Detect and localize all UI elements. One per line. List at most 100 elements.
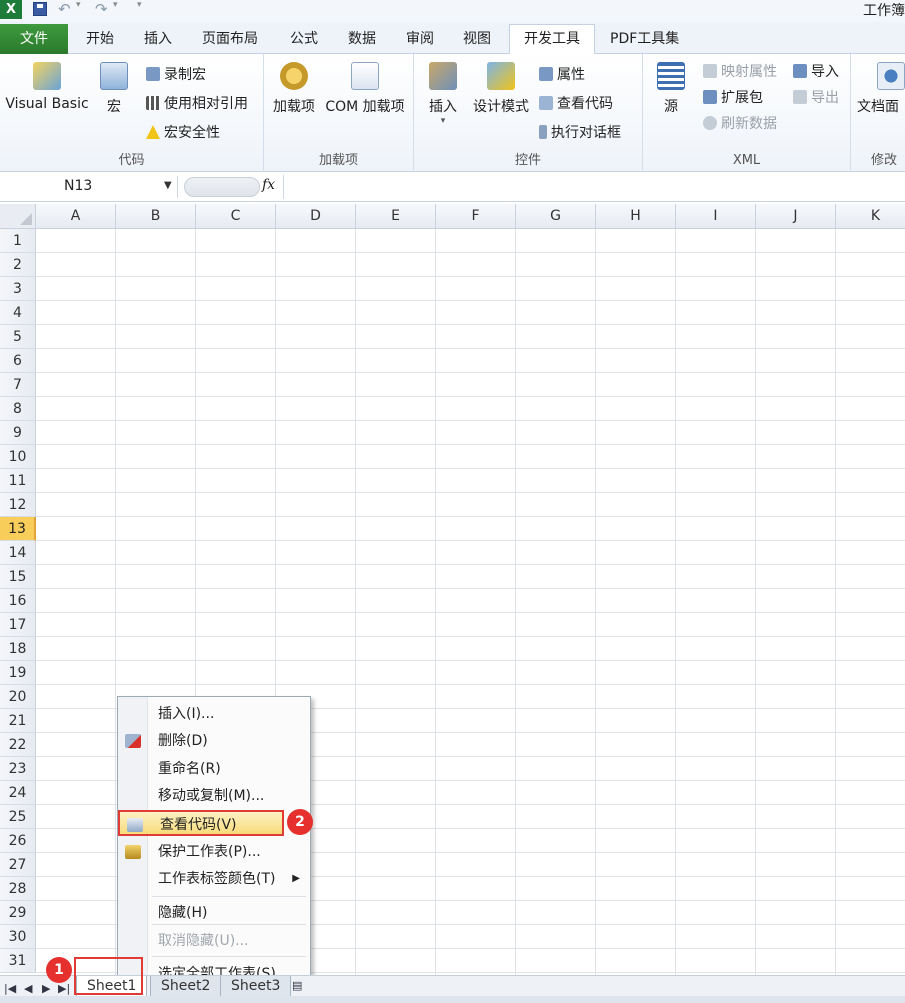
insert-function-icon[interactable]: fx bbox=[262, 177, 275, 193]
row-header-10[interactable]: 10 bbox=[0, 445, 36, 469]
excel-app-icon[interactable]: X bbox=[0, 0, 22, 19]
row-header-11[interactable]: 11 bbox=[0, 469, 36, 493]
redo-dropdown-icon[interactable]: ▾ bbox=[113, 0, 118, 10]
ribbon-tab-bar: 文件 开始 插入 页面布局 公式 数据 审阅 视图 开发工具 PDF工具集 bbox=[0, 22, 905, 55]
row-header-1[interactable]: 1 bbox=[0, 229, 36, 253]
row-header-5[interactable]: 5 bbox=[0, 325, 36, 349]
relative-reference-button[interactable]: 使用相对引用 bbox=[146, 93, 248, 113]
insert-control-button[interactable]: 插入 ▾ bbox=[422, 62, 464, 126]
tab-data[interactable]: 数据 bbox=[348, 28, 376, 48]
row-header-18[interactable]: 18 bbox=[0, 637, 36, 661]
row-header-27[interactable]: 27 bbox=[0, 853, 36, 877]
document-panel-button[interactable]: 文档面 bbox=[857, 62, 905, 116]
column-header-b[interactable]: B bbox=[116, 204, 196, 229]
com-addins-button[interactable]: COM 加载项 bbox=[320, 62, 410, 116]
map-properties-button[interactable]: 映射属性 bbox=[703, 61, 777, 81]
name-box[interactable]: N13 ▼ bbox=[0, 176, 178, 198]
row-header-17[interactable]: 17 bbox=[0, 613, 36, 637]
tab-formulas[interactable]: 公式 bbox=[290, 28, 318, 48]
context-menu-item[interactable]: 重命名(R) bbox=[118, 756, 310, 782]
visual-basic-button[interactable]: Visual Basic bbox=[4, 62, 90, 112]
prev-sheet-icon[interactable]: ◀ bbox=[24, 982, 32, 995]
select-all-button[interactable] bbox=[0, 204, 36, 229]
row-header-4[interactable]: 4 bbox=[0, 301, 36, 325]
column-header-i[interactable]: I bbox=[676, 204, 756, 229]
context-menu-item[interactable]: 删除(D) bbox=[118, 728, 310, 754]
column-header-h[interactable]: H bbox=[596, 204, 676, 229]
column-header-f[interactable]: F bbox=[436, 204, 516, 229]
column-header-g[interactable]: G bbox=[516, 204, 596, 229]
run-dialog-button[interactable]: 执行对话框 bbox=[539, 122, 621, 142]
row-header-7[interactable]: 7 bbox=[0, 373, 36, 397]
context-menu-item[interactable]: 插入(I)... bbox=[118, 701, 310, 727]
row-header-20[interactable]: 20 bbox=[0, 685, 36, 709]
xml-source-button[interactable]: 源 bbox=[653, 62, 689, 116]
tab-insert[interactable]: 插入 bbox=[144, 28, 172, 48]
macro-security-button[interactable]: 宏安全性 bbox=[146, 122, 220, 142]
context-menu-item[interactable]: 隐藏(H) bbox=[118, 900, 310, 926]
first-sheet-icon[interactable]: |◀ bbox=[4, 982, 16, 995]
row-header-6[interactable]: 6 bbox=[0, 349, 36, 373]
refresh-data-button[interactable]: 刷新数据 bbox=[703, 113, 777, 133]
tab-review[interactable]: 审阅 bbox=[406, 28, 434, 48]
properties-button[interactable]: 属性 bbox=[539, 64, 585, 84]
tab-pdf-tools[interactable]: PDF工具集 bbox=[610, 28, 679, 48]
context-menu-item[interactable]: 移动或复制(M)... bbox=[118, 783, 310, 809]
view-code-ribbon-button[interactable]: 查看代码 bbox=[539, 93, 613, 113]
row-header-28[interactable]: 28 bbox=[0, 877, 36, 901]
sheet-tab-sheet2[interactable]: Sheet2 bbox=[150, 976, 222, 998]
context-menu-item[interactable]: 保护工作表(P)... bbox=[118, 839, 310, 865]
record-macro-button[interactable]: 录制宏 bbox=[146, 64, 206, 84]
tab-developer[interactable]: 开发工具 bbox=[509, 24, 595, 55]
row-header-25[interactable]: 25 bbox=[0, 805, 36, 829]
column-header-e[interactable]: E bbox=[356, 204, 436, 229]
column-header-j[interactable]: J bbox=[756, 204, 836, 229]
xml-export-button[interactable]: 导出 bbox=[793, 87, 839, 107]
column-header-a[interactable]: A bbox=[36, 204, 116, 229]
sheet-tab-sheet3[interactable]: Sheet3 bbox=[220, 976, 292, 998]
next-sheet-icon[interactable]: ▶ bbox=[42, 982, 50, 995]
customize-qat-icon[interactable]: ▾ bbox=[137, 0, 142, 10]
tab-home[interactable]: 开始 bbox=[86, 28, 114, 48]
row-header-15[interactable]: 15 bbox=[0, 565, 36, 589]
column-header-k[interactable]: K bbox=[836, 204, 905, 229]
row-header-21[interactable]: 21 bbox=[0, 709, 36, 733]
row-header-31[interactable]: 31 bbox=[0, 949, 36, 973]
formula-input[interactable] bbox=[283, 175, 905, 199]
addins-button[interactable]: 加载项 bbox=[270, 62, 318, 116]
last-sheet-icon[interactable]: ▶| bbox=[58, 982, 70, 995]
row-header-3[interactable]: 3 bbox=[0, 277, 36, 301]
save-icon[interactable] bbox=[33, 2, 47, 16]
tab-file[interactable]: 文件 bbox=[0, 24, 68, 54]
row-header-23[interactable]: 23 bbox=[0, 757, 36, 781]
view-code-icon bbox=[127, 818, 143, 832]
undo-dropdown-icon[interactable]: ▾ bbox=[76, 0, 81, 10]
row-header-12[interactable]: 12 bbox=[0, 493, 36, 517]
row-header-16[interactable]: 16 bbox=[0, 589, 36, 613]
context-menu-item[interactable]: 查看代码(V) bbox=[118, 810, 284, 836]
undo-icon[interactable]: ↶ bbox=[58, 0, 71, 18]
context-menu-item[interactable]: 工作表标签颜色(T) ▶ bbox=[118, 866, 310, 892]
new-sheet-icon[interactable]: ▤ bbox=[292, 979, 302, 992]
column-header-d[interactable]: D bbox=[276, 204, 356, 229]
row-header-13[interactable]: 13 bbox=[0, 517, 36, 541]
row-header-22[interactable]: 22 bbox=[0, 733, 36, 757]
tab-page-layout[interactable]: 页面布局 bbox=[202, 28, 258, 48]
tab-view[interactable]: 视图 bbox=[463, 28, 491, 48]
row-header-30[interactable]: 30 bbox=[0, 925, 36, 949]
macro-button[interactable]: 宏 bbox=[96, 62, 132, 116]
xml-import-button[interactable]: 导入 bbox=[793, 61, 839, 81]
row-header-14[interactable]: 14 bbox=[0, 541, 36, 565]
column-header-c[interactable]: C bbox=[196, 204, 276, 229]
redo-icon[interactable]: ↷ bbox=[95, 0, 108, 18]
row-header-26[interactable]: 26 bbox=[0, 829, 36, 853]
row-header-24[interactable]: 24 bbox=[0, 781, 36, 805]
row-header-9[interactable]: 9 bbox=[0, 421, 36, 445]
expansion-packs-button[interactable]: 扩展包 bbox=[703, 87, 763, 107]
row-header-19[interactable]: 19 bbox=[0, 661, 36, 685]
row-header-8[interactable]: 8 bbox=[0, 397, 36, 421]
row-header-2[interactable]: 2 bbox=[0, 253, 36, 277]
design-mode-button[interactable]: 设计模式 bbox=[468, 62, 534, 116]
name-box-dropdown-icon[interactable]: ▼ bbox=[164, 180, 172, 191]
row-header-29[interactable]: 29 bbox=[0, 901, 36, 925]
